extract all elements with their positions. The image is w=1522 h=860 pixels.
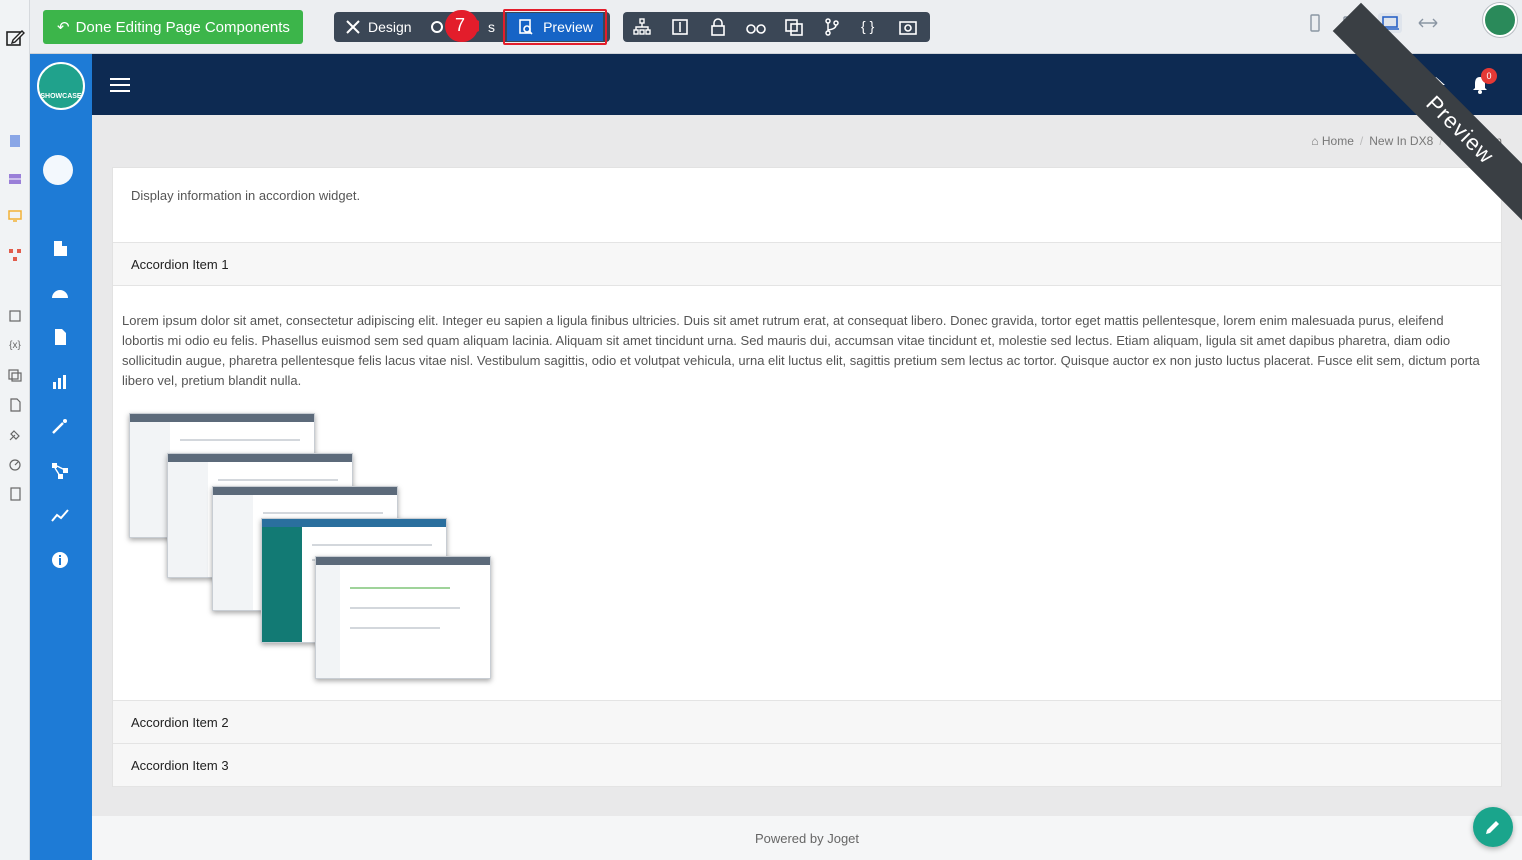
document-icon[interactable] bbox=[7, 397, 23, 413]
tools-group: { } bbox=[623, 12, 930, 42]
app-preview: SHOWCASE 0 ⌂ Home / New In DX8 / Accordi… bbox=[30, 54, 1522, 860]
step-number: 7 bbox=[455, 15, 466, 35]
phone-view-icon[interactable] bbox=[1303, 13, 1327, 33]
plugin-icon[interactable] bbox=[7, 427, 23, 443]
design-tab[interactable]: Design bbox=[344, 12, 412, 42]
table-icon[interactable] bbox=[7, 171, 23, 187]
breadcrumb-home[interactable]: ⌂ Home bbox=[1311, 134, 1354, 148]
accordion-card: Display information in accordion widget.… bbox=[112, 167, 1502, 787]
breadcrumb: ⌂ Home / New In DX8 / Accordion bbox=[1311, 134, 1502, 148]
breadcrumb-section[interactable]: New In DX8 bbox=[1369, 134, 1433, 148]
preview-highlight: Preview bbox=[503, 9, 607, 45]
step-badge: 7 bbox=[443, 8, 489, 44]
tablet-view-icon[interactable] bbox=[1341, 13, 1365, 33]
settings-label: s bbox=[488, 19, 495, 35]
note-icon[interactable] bbox=[7, 308, 23, 324]
accordion-item-3-header[interactable]: Accordion Item 3 bbox=[113, 743, 1501, 787]
info-icon[interactable] bbox=[50, 550, 70, 570]
accordion-item-1-body: Lorem ipsum dolor sit amet, consectetur … bbox=[122, 313, 1480, 388]
variable-icon[interactable]: {x} bbox=[7, 337, 23, 353]
accordion-item-2-title: Accordion Item 2 bbox=[131, 714, 229, 730]
globe-icon[interactable] bbox=[43, 155, 73, 185]
dashboard-icon[interactable] bbox=[50, 283, 70, 303]
sitemap-icon[interactable] bbox=[50, 461, 70, 481]
app-logo-small[interactable] bbox=[1483, 3, 1517, 37]
binoculars-icon[interactable] bbox=[745, 18, 767, 36]
footer-text: Powered by Joget bbox=[754, 830, 860, 846]
file-icon[interactable] bbox=[50, 327, 70, 347]
tree-icon[interactable] bbox=[633, 18, 651, 36]
menu-toggle-icon[interactable] bbox=[110, 78, 130, 94]
done-editing-label: Done Editing Page Components bbox=[75, 18, 290, 36]
app-header: SHOWCASE 0 bbox=[30, 54, 1522, 115]
done-editing-button[interactable]: ↶ Done Editing Page Components bbox=[43, 10, 303, 44]
form-icon[interactable] bbox=[7, 367, 23, 383]
back-arrow-icon: ↶ bbox=[57, 19, 70, 36]
edit-fab-button[interactable] bbox=[1473, 807, 1513, 847]
preview-icon bbox=[519, 19, 533, 35]
page-icon[interactable] bbox=[7, 133, 23, 149]
pencil-icon bbox=[1486, 821, 1499, 834]
preview-button[interactable]: Preview bbox=[507, 13, 603, 41]
screenshot-5 bbox=[315, 556, 491, 679]
accordion-item-2-header[interactable]: Accordion Item 2 bbox=[113, 700, 1501, 744]
footer: Powered by Joget bbox=[92, 816, 1522, 860]
breadcrumb-current: Accordion bbox=[1448, 134, 1502, 148]
edit-icon[interactable] bbox=[4, 27, 26, 49]
settings-label-partial: s bbox=[488, 12, 495, 42]
properties-icon[interactable] bbox=[671, 18, 689, 36]
gauge-icon[interactable] bbox=[7, 456, 23, 472]
lock-icon[interactable] bbox=[709, 18, 727, 36]
app-logo-text: SHOWCASE bbox=[40, 93, 82, 100]
design-label: Design bbox=[368, 19, 412, 35]
line-chart-icon[interactable] bbox=[50, 505, 70, 525]
app-logo-area: SHOWCASE bbox=[30, 54, 92, 115]
app-logo[interactable]: SHOWCASE bbox=[37, 62, 85, 110]
branch-icon[interactable] bbox=[823, 18, 841, 36]
app-sidebar bbox=[30, 115, 92, 860]
magic-wand-icon[interactable] bbox=[50, 416, 70, 436]
bar-chart-icon[interactable] bbox=[50, 372, 70, 392]
monitor-icon[interactable] bbox=[7, 208, 23, 224]
breadcrumb-separator: / bbox=[1359, 134, 1364, 148]
camera-icon[interactable] bbox=[899, 18, 917, 36]
building-icon[interactable] bbox=[50, 238, 70, 258]
accordion-item-1-header[interactable]: Accordion Item 1 bbox=[113, 242, 1501, 286]
translate-icon[interactable] bbox=[785, 18, 803, 36]
breadcrumb-separator: / bbox=[1439, 134, 1443, 148]
scroll-icon[interactable] bbox=[7, 486, 23, 502]
json-icon[interactable]: { } bbox=[861, 18, 879, 36]
accordion-item-1-title: Accordion Item 1 bbox=[131, 256, 229, 272]
home-icon[interactable] bbox=[1426, 76, 1446, 94]
design-tools-icon bbox=[346, 20, 360, 34]
notification-badge: 0 bbox=[1481, 68, 1497, 84]
flow-icon[interactable] bbox=[7, 247, 23, 263]
breadcrumb-home-label: Home bbox=[1321, 134, 1354, 148]
preview-label: Preview bbox=[543, 19, 593, 35]
full-width-icon[interactable] bbox=[1416, 13, 1440, 33]
builder-sidebar: {x} bbox=[0, 0, 30, 860]
laptop-view-icon[interactable] bbox=[1378, 13, 1402, 33]
accordion-item-3-title: Accordion Item 3 bbox=[131, 757, 229, 773]
intro-text: Display information in accordion widget. bbox=[131, 188, 361, 203]
builder-toolbar: ↶ Done Editing Page Components Design s … bbox=[30, 0, 1522, 54]
